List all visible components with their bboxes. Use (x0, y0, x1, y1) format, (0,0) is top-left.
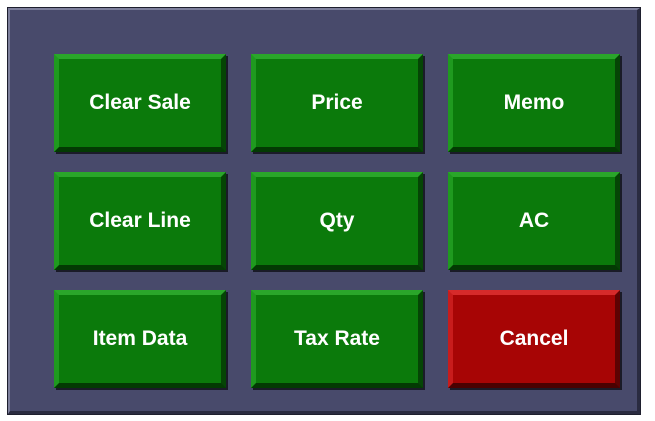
clear-sale-button[interactable]: Clear Sale (54, 54, 226, 152)
memo-button[interactable]: Memo (448, 54, 620, 152)
cancel-button[interactable]: Cancel (448, 290, 620, 388)
price-button[interactable]: Price (251, 54, 423, 152)
clear-line-button[interactable]: Clear Line (54, 172, 226, 270)
item-data-button[interactable]: Item Data (54, 290, 226, 388)
tax-rate-button[interactable]: Tax Rate (251, 290, 423, 388)
pos-function-panel: Clear Sale Price Memo Clear Line Qty AC … (7, 7, 641, 415)
ac-button[interactable]: AC (448, 172, 620, 270)
function-keypad: Clear Sale Price Memo Clear Line Qty AC … (54, 54, 620, 388)
qty-button[interactable]: Qty (251, 172, 423, 270)
